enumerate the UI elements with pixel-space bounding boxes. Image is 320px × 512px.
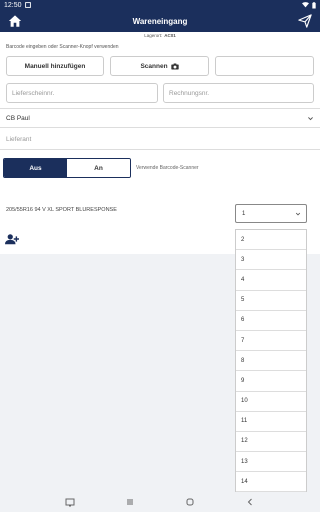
scanner-toggle: Aus An (3, 158, 131, 178)
quantity-option[interactable]: 2 (236, 230, 306, 251)
quantity-option[interactable]: 5 (236, 291, 306, 311)
lagerort-label: Lagerort: (144, 33, 163, 38)
lagerort-info: Lagerort: AC01 (0, 32, 320, 40)
app-header: Wareneingang (0, 10, 320, 32)
rechnung-placeholder: Rechnungsnr. (169, 89, 210, 97)
recent-apps-icon[interactable] (125, 497, 135, 507)
back-icon[interactable] (245, 497, 255, 507)
quantity-option[interactable]: 3 (236, 250, 306, 271)
wifi-icon (302, 2, 309, 8)
lieferant-field[interactable]: Lieferant (0, 130, 320, 150)
chevron-down-icon (295, 212, 301, 216)
lieferant-placeholder: Lieferant (6, 136, 32, 143)
android-nav-bar (0, 492, 320, 512)
notification-icon (24, 2, 31, 8)
quantity-option[interactable]: 4 (236, 270, 306, 291)
scanner-on-option[interactable]: An (67, 159, 130, 177)
page-title: Wareneingang (132, 16, 188, 26)
scan-button[interactable]: Scannen (110, 56, 209, 76)
home-icon[interactable] (8, 14, 22, 28)
status-bar: 12:50 (0, 0, 320, 10)
lagerort-value: AC01 (164, 33, 176, 38)
quantity-selected-value: 1 (242, 210, 246, 217)
quantity-select[interactable]: 1 (235, 204, 307, 223)
lieferschein-placeholder: Lieferscheinnr. (12, 89, 55, 97)
quantity-option[interactable]: 6 (236, 311, 306, 331)
barcode-hint: Barcode eingeben oder Scanner-Knopf verw… (6, 44, 119, 50)
supplier-select-value: CB Paul (6, 114, 30, 122)
quantity-option[interactable]: 14 (236, 472, 306, 493)
screenshot-icon[interactable] (65, 497, 75, 507)
manual-add-button[interactable]: Manuell hinzufügen (6, 56, 104, 76)
send-icon[interactable] (298, 14, 312, 28)
barcode-input[interactable] (215, 56, 314, 76)
scan-label: Scannen (140, 62, 168, 70)
quantity-option[interactable]: 8 (236, 351, 306, 372)
supplier-select[interactable]: CB Paul (0, 108, 320, 128)
quantity-dropdown: 2 3 4 5 6 7 8 9 10 11 12 13 14 (235, 229, 307, 493)
chevron-down-icon (308, 117, 313, 121)
quantity-option[interactable]: 9 (236, 371, 306, 392)
quantity-option[interactable]: 11 (236, 412, 306, 432)
product-name: 205/55R16 94 V XL SPORT BLURESPONSE (6, 207, 117, 213)
add-user-icon[interactable] (5, 233, 19, 245)
quantity-option[interactable]: 10 (236, 392, 306, 412)
lieferschein-input[interactable]: Lieferscheinnr. (6, 83, 158, 103)
home-nav-icon[interactable] (185, 497, 195, 507)
manual-add-label: Manuell hinzufügen (24, 62, 86, 70)
clock: 12:50 (4, 1, 22, 9)
quantity-option[interactable]: 13 (236, 452, 306, 473)
scanner-description: Verwende Barcode-Scanner (136, 165, 199, 171)
rechnung-input[interactable]: Rechnungsnr. (163, 83, 314, 103)
quantity-option[interactable]: 7 (236, 331, 306, 352)
battery-icon (312, 1, 316, 9)
camera-icon (170, 63, 179, 69)
scanner-off-option[interactable]: Aus (4, 159, 67, 177)
quantity-option[interactable]: 12 (236, 432, 306, 453)
